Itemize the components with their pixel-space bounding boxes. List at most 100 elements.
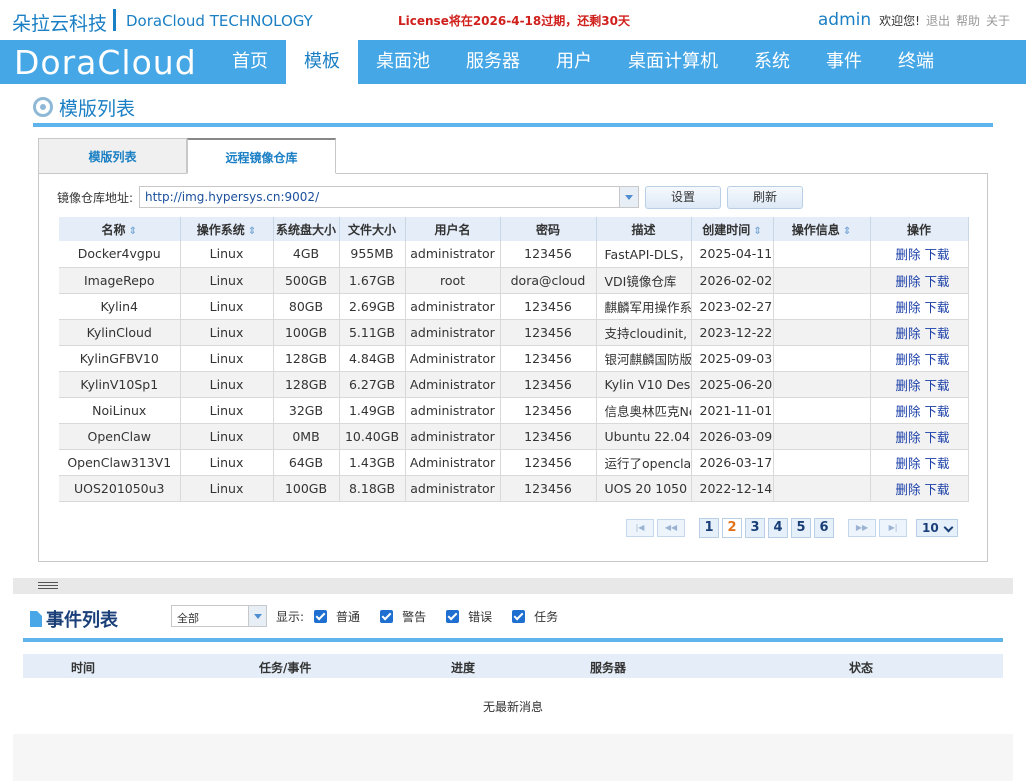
cell-desc: 信息奥林匹克Nc bbox=[596, 397, 692, 424]
sort-icon[interactable]: ⇕ bbox=[843, 226, 851, 237]
nav-item-6[interactable]: 系统 bbox=[736, 40, 808, 84]
cell-pwd: 123456 bbox=[500, 371, 597, 398]
table-row[interactable]: KylinV10Sp1 Linux 128GB 6.27GB Administrator… bbox=[59, 371, 969, 398]
delete-link[interactable]: 删除 bbox=[895, 482, 920, 497]
table-row[interactable]: OpenClaw313V1 Linux 64GB 1.43GB Administrato… bbox=[59, 449, 969, 476]
page-4-button[interactable]: 4 bbox=[768, 518, 788, 538]
about-link[interactable]: 关于 bbox=[986, 12, 1010, 29]
cell-name: KylinGFBV10 bbox=[59, 345, 181, 372]
event-footer bbox=[13, 734, 1013, 781]
nav-item-4[interactable]: 用户 bbox=[538, 40, 610, 84]
download-link[interactable]: 下载 bbox=[924, 456, 949, 471]
cell-time: 2021-11-01 bbox=[691, 397, 774, 424]
delete-link[interactable]: 删除 bbox=[895, 274, 920, 289]
download-link[interactable]: 下载 bbox=[924, 482, 949, 497]
template-panel: 模版列表 远程镜像仓库 镜像仓库地址: http://img.hypersys.… bbox=[38, 138, 988, 562]
help-link[interactable]: 帮助 bbox=[956, 12, 980, 29]
column-header-1[interactable]: 操作系统 ⇕ bbox=[180, 217, 274, 241]
download-link[interactable]: 下载 bbox=[924, 352, 949, 367]
nav-item-2[interactable]: 桌面池 bbox=[358, 40, 448, 84]
page-3-button[interactable]: 3 bbox=[745, 518, 765, 538]
page-size-select[interactable]: 10 bbox=[916, 519, 958, 537]
download-link[interactable]: 下载 bbox=[924, 404, 949, 419]
table-row[interactable]: OpenClaw Linux 0MB 10.40GB administrator 1234… bbox=[59, 423, 969, 450]
download-link[interactable]: 下载 bbox=[924, 274, 949, 289]
checkbox-checked-icon[interactable] bbox=[314, 610, 328, 623]
table-row[interactable]: UOS201050u3 Linux 100GB 8.18GB administrator… bbox=[59, 475, 969, 502]
table-row[interactable]: KylinGFBV10 Linux 128GB 4.84GB Administrator… bbox=[59, 345, 969, 372]
delete-link[interactable]: 删除 bbox=[895, 456, 920, 471]
nav-item-3[interactable]: 服务器 bbox=[448, 40, 538, 84]
delete-link[interactable]: 删除 bbox=[895, 378, 920, 393]
nav-item-0[interactable]: 首页 bbox=[214, 40, 286, 84]
column-header-0[interactable]: 名称 ⇕ bbox=[59, 217, 181, 241]
download-link[interactable]: 下载 bbox=[924, 378, 949, 393]
event-filter-arrow-icon[interactable] bbox=[248, 606, 266, 626]
sort-icon[interactable]: ⇕ bbox=[753, 226, 761, 237]
prev-page-icon[interactable]: ◀◀ bbox=[657, 519, 685, 537]
column-header-5: 密码 bbox=[500, 217, 597, 241]
first-page-icon[interactable]: |◀ bbox=[626, 519, 654, 537]
download-link[interactable]: 下载 bbox=[924, 430, 949, 445]
username[interactable]: admin bbox=[818, 10, 871, 30]
tab-template-list[interactable]: 模版列表 bbox=[38, 138, 187, 174]
table-row[interactable]: Docker4vgpu Linux 4GB 955MB administrator 123… bbox=[59, 241, 969, 268]
table-row[interactable]: NoiLinux Linux 32GB 1.49GB administrator 1234… bbox=[59, 397, 969, 424]
download-link[interactable]: 下载 bbox=[924, 300, 949, 315]
column-header-7[interactable]: 创建时间 ⇕ bbox=[691, 217, 774, 241]
cell-operations: 删除 下载 bbox=[870, 475, 969, 502]
set-button[interactable]: 设置 bbox=[645, 186, 721, 209]
page-6-button[interactable]: 6 bbox=[814, 518, 834, 538]
event-filter-checkbox-3[interactable]: 任务 bbox=[512, 608, 558, 625]
cell-user: administrator bbox=[405, 423, 501, 450]
film-reel-icon bbox=[33, 97, 53, 117]
checkbox-checked-icon[interactable] bbox=[512, 610, 526, 623]
cell-disk: 4GB bbox=[273, 241, 340, 268]
repo-dropdown-arrow-icon[interactable] bbox=[619, 187, 638, 207]
delete-link[interactable]: 删除 bbox=[895, 430, 920, 445]
cell-info bbox=[773, 371, 871, 398]
cell-size: 5.11GB bbox=[339, 319, 406, 346]
sort-icon[interactable]: ⇕ bbox=[248, 226, 256, 237]
checkbox-label: 警告 bbox=[402, 610, 427, 624]
sort-icon[interactable]: ⇕ bbox=[129, 226, 137, 237]
column-header-8[interactable]: 操作信息 ⇕ bbox=[773, 217, 871, 241]
page-2-button[interactable]: 2 bbox=[722, 518, 742, 538]
nav-item-5[interactable]: 桌面计算机 bbox=[610, 40, 736, 84]
delete-link[interactable]: 删除 bbox=[895, 404, 920, 419]
nav-item-7[interactable]: 事件 bbox=[808, 40, 880, 84]
last-page-icon[interactable]: ▶| bbox=[879, 519, 907, 537]
page-5-button[interactable]: 5 bbox=[791, 518, 811, 538]
logout-link[interactable]: 退出 bbox=[926, 12, 950, 29]
event-filter-checkbox-0[interactable]: 普通 bbox=[314, 608, 360, 625]
repo-address-input[interactable]: http://img.hypersys.cn:9002/ bbox=[139, 186, 639, 208]
table-row[interactable]: Kylin4 Linux 80GB 2.69GB administrator 123456… bbox=[59, 293, 969, 320]
page-1-button[interactable]: 1 bbox=[699, 518, 719, 538]
nav-item-8[interactable]: 终端 bbox=[880, 40, 952, 84]
delete-link[interactable]: 删除 bbox=[895, 300, 920, 315]
table-row[interactable]: ImageRepo Linux 500GB 1.67GB root dora@cloud V… bbox=[59, 267, 969, 294]
delete-link[interactable]: 删除 bbox=[895, 352, 920, 367]
delete-link[interactable]: 删除 bbox=[895, 326, 920, 341]
checkbox-checked-icon[interactable] bbox=[446, 610, 460, 623]
splitter-handle-icon[interactable] bbox=[38, 582, 58, 591]
download-link[interactable]: 下载 bbox=[924, 326, 949, 341]
brand-cn: 朵拉云科技 bbox=[12, 13, 108, 35]
cell-size: 4.84GB bbox=[339, 345, 406, 372]
cell-pwd: 123456 bbox=[500, 423, 597, 450]
next-page-icon[interactable]: ▶▶ bbox=[848, 519, 876, 537]
cell-user: Administrator bbox=[405, 371, 501, 398]
tab-remote-repo[interactable]: 远程镜像仓库 bbox=[187, 138, 336, 174]
cell-size: 6.27GB bbox=[339, 371, 406, 398]
table-row[interactable]: KylinCloud Linux 100GB 5.11GB administrator 1… bbox=[59, 319, 969, 346]
event-filter-checkbox-1[interactable]: 警告 bbox=[380, 608, 426, 625]
top-bar: 朵拉云科技 DoraCloud TECHNOLOGY License将在2026… bbox=[0, 0, 1026, 40]
delete-link[interactable]: 删除 bbox=[895, 247, 920, 262]
checkbox-checked-icon[interactable] bbox=[380, 610, 394, 623]
cell-size: 1.49GB bbox=[339, 397, 406, 424]
refresh-button[interactable]: 刷新 bbox=[727, 186, 803, 209]
event-filter-checkbox-2[interactable]: 错误 bbox=[446, 608, 492, 625]
cell-os: Linux bbox=[180, 267, 274, 294]
download-link[interactable]: 下载 bbox=[924, 247, 949, 262]
nav-item-1[interactable]: 模板 bbox=[286, 40, 358, 84]
